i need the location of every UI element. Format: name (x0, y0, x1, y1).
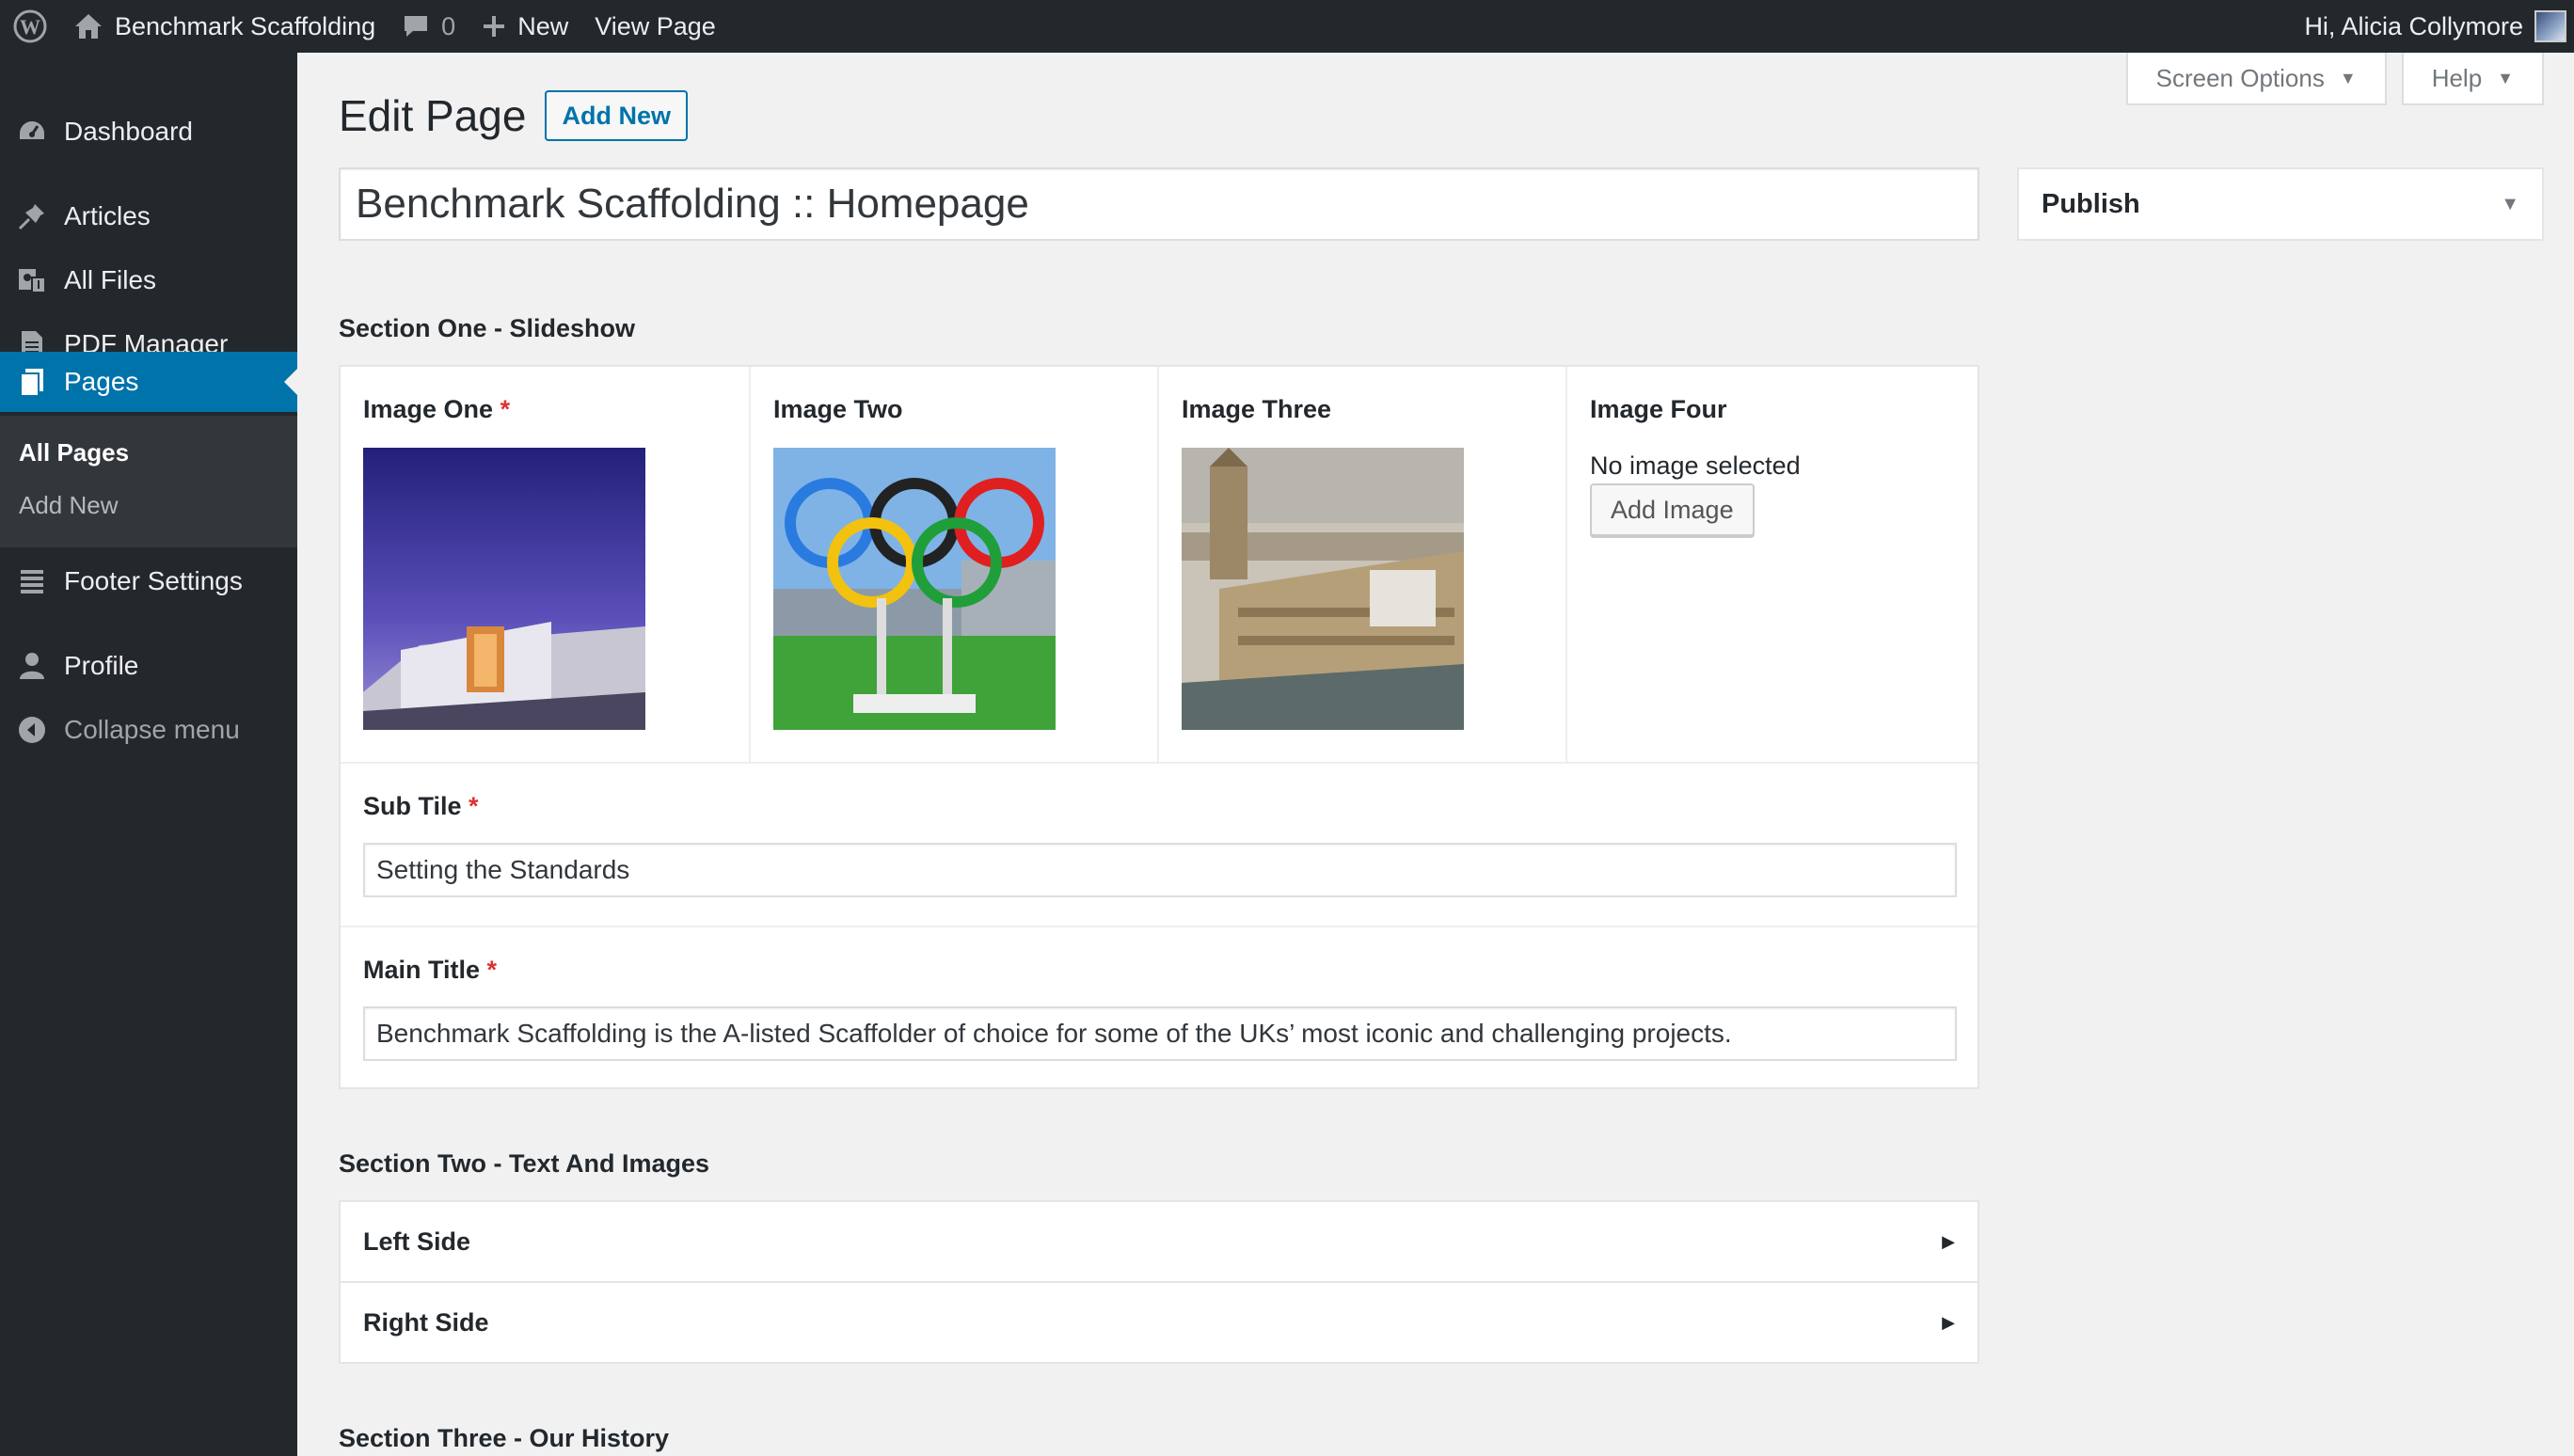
submenu-item-all-pages[interactable]: All Pages (19, 438, 129, 467)
submenu-item-add-new[interactable]: Add New (19, 491, 119, 520)
publish-box[interactable]: Publish ▼ (2017, 167, 2544, 241)
caret-down-icon: ▼ (2339, 68, 2357, 87)
image-field-label: Image Two (773, 395, 903, 423)
sidebar-item-articles[interactable]: Articles (0, 186, 297, 246)
page-heading: Edit Page Add New (339, 90, 688, 141)
image-field-label: Image Four (1590, 395, 1727, 423)
required-marker: * (500, 395, 511, 423)
sidebar-item-dashboard[interactable]: Dashboard (0, 102, 297, 162)
collapse-icon (0, 715, 64, 745)
pages-icon (0, 367, 64, 397)
image-field-two: Image Two (751, 367, 1159, 762)
view-page-link[interactable]: View Page (581, 0, 729, 53)
sidebar-item-label: All Files (64, 265, 157, 294)
page-title: Edit Page (339, 91, 527, 140)
screen-options-button[interactable]: Screen Options ▼ (2125, 53, 2387, 105)
new-label: New (517, 11, 569, 40)
caret-down-icon: ▼ (2497, 68, 2514, 87)
admin-sidebar: Dashboard Articles All Files PDF Manager… (0, 53, 297, 1456)
user-greeting: Hi, Alicia Collymore (2304, 11, 2523, 40)
sidebar-item-label: Collapse menu (64, 715, 240, 744)
account-menu[interactable]: Hi, Alicia Collymore (2304, 10, 2574, 42)
left-side-label: Left Side (363, 1227, 471, 1256)
new-content-link[interactable]: New (469, 0, 581, 53)
main-title-label: Main Title * (363, 956, 497, 985)
home-icon (73, 12, 103, 40)
image-one-thumbnail[interactable] (363, 448, 645, 730)
help-button[interactable]: Help ▼ (2401, 53, 2544, 105)
sidebar-item-footer-settings[interactable]: Footer Settings (0, 551, 297, 611)
right-side-label: Right Side (363, 1307, 489, 1337)
required-marker: * (469, 792, 479, 820)
comment-icon (402, 13, 430, 40)
sidebar-item-profile[interactable]: Profile (0, 636, 297, 696)
section-three-heading: Section Three - Our History (339, 1424, 670, 1452)
post-title-input[interactable]: Benchmark Scaffolding :: Homepage (339, 167, 1979, 241)
sidebar-item-label: Profile (64, 651, 139, 680)
image-field-one: Image One * (341, 367, 751, 762)
list-icon (0, 567, 64, 595)
dashboard-icon (0, 117, 64, 147)
add-image-button[interactable]: Add Image (1590, 483, 1755, 536)
svg-text:W: W (20, 15, 40, 39)
slideshow-fields: Image One * Image Two Image Three Image … (339, 365, 1979, 1089)
sub-title-field: Sub Tile * Setting the Standards (341, 762, 1978, 926)
sub-title-label: Sub Tile * (363, 792, 479, 821)
image-field-four: Image Four No image selected Add Image (1567, 367, 1978, 762)
screen-options-label: Screen Options (2155, 63, 2325, 92)
main-title-input[interactable]: Benchmark Scaffolding is the A-listed Sc… (363, 1006, 1957, 1061)
image-field-label: Image One * (363, 395, 510, 424)
required-marker: * (486, 956, 498, 984)
comments-count: 0 (441, 11, 456, 40)
caret-down-icon[interactable]: ▼ (2501, 194, 2519, 215)
left-side-panel[interactable]: Left Side ▶ (339, 1200, 1979, 1283)
avatar (2534, 10, 2566, 42)
main-title-label-text: Main Title (363, 956, 481, 984)
image-field-three: Image Three (1159, 367, 1567, 762)
sub-title-input[interactable]: Setting the Standards (363, 843, 1957, 897)
section-one-heading: Section One - Slideshow (339, 314, 636, 342)
sidebar-item-label: Articles (64, 201, 151, 230)
add-new-page-button[interactable]: Add New (545, 90, 688, 141)
image-two-thumbnail[interactable] (773, 448, 1056, 730)
publish-box-title: Publish (2042, 188, 2140, 219)
caret-right-icon: ▶ (1942, 1231, 1955, 1251)
section-two-heading: Section Two - Text And Images (339, 1149, 710, 1178)
admin-bar: W Benchmark Scaffolding 0 New View Page … (0, 0, 2574, 53)
sidebar-collapse-menu[interactable]: Collapse menu (0, 700, 297, 760)
image-three-thumbnail[interactable] (1182, 448, 1464, 730)
media-icon (0, 264, 64, 296)
image-field-label-text: Image One (363, 395, 494, 423)
pages-submenu: All Pages Add New (0, 416, 297, 547)
site-name-link[interactable]: Benchmark Scaffolding (60, 0, 389, 53)
image-field-label: Image Three (1182, 395, 1332, 423)
plus-icon (482, 14, 506, 39)
sub-title-label-text: Sub Tile (363, 792, 462, 820)
sidebar-item-label: Pages (64, 367, 139, 396)
right-side-panel[interactable]: Right Side ▶ (339, 1281, 1979, 1364)
no-image-text: No image selected (1590, 451, 1801, 480)
caret-right-icon: ▶ (1942, 1312, 1955, 1332)
help-label: Help (2431, 63, 2483, 92)
view-page-label: View Page (595, 11, 716, 40)
sidebar-item-pages[interactable]: Pages (0, 352, 297, 412)
sidebar-item-all-files[interactable]: All Files (0, 250, 297, 310)
user-icon (0, 651, 64, 681)
sidebar-item-label: Dashboard (64, 117, 193, 146)
pin-icon (0, 201, 64, 231)
main-title-field: Main Title * Benchmark Scaffolding is th… (341, 926, 1978, 1087)
comments-link[interactable]: 0 (389, 0, 469, 53)
site-name: Benchmark Scaffolding (115, 11, 376, 40)
wordpress-logo-icon[interactable]: W (0, 0, 60, 53)
screen-meta-links: Screen Options ▼ Help ▼ (2125, 53, 2544, 105)
sidebar-item-label: Footer Settings (64, 566, 243, 595)
